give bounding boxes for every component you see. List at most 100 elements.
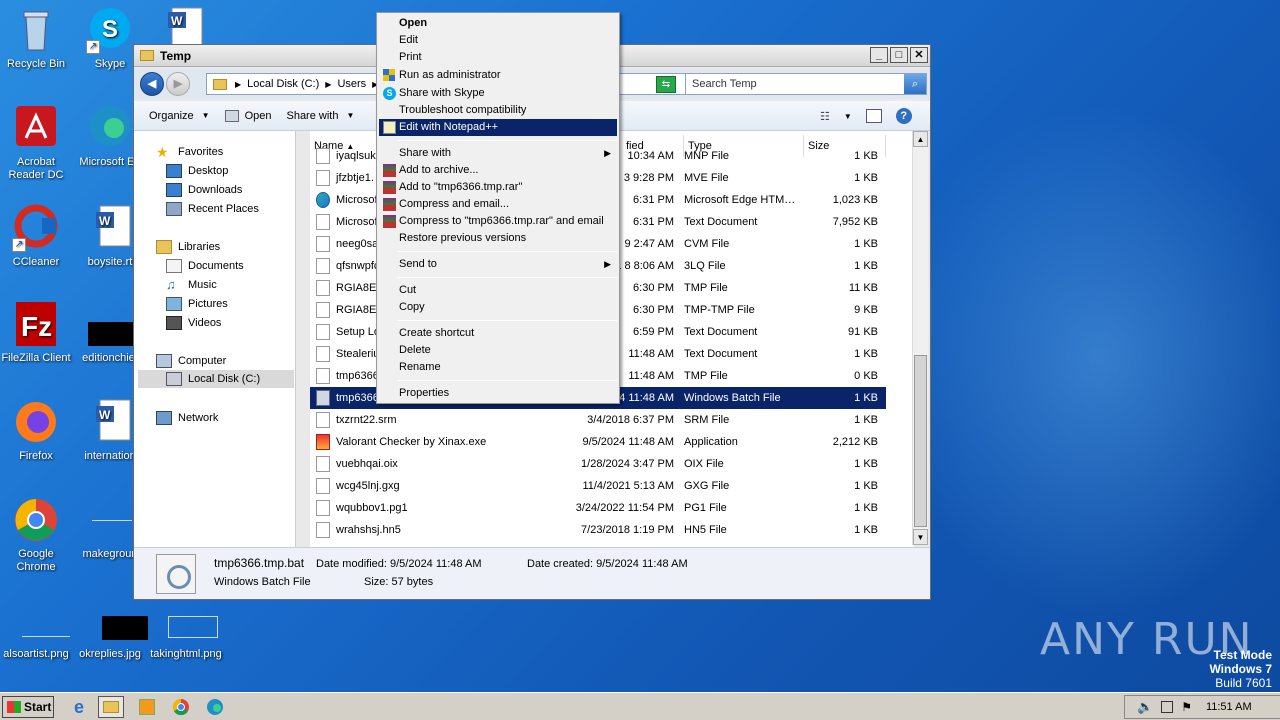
forward-button[interactable]: ▶ <box>166 72 190 96</box>
desktop-icon-alsoartist[interactable]: alsoartist.png <box>0 596 74 661</box>
clock[interactable]: 11:51 AM <box>1206 701 1252 713</box>
menu-separator <box>397 140 617 141</box>
table-row[interactable]: wrahshsj.hn5 7/23/2018 1:19 PM HN5 File 1 K… <box>310 519 886 541</box>
nav-recent-places[interactable]: Recent Places <box>166 200 326 218</box>
flag-icon[interactable]: ⚑ <box>1181 700 1192 714</box>
menu-edit[interactable]: Edit <box>379 32 617 49</box>
svg-text:W: W <box>99 408 111 422</box>
table-row[interactable]: wqubbov1.pg1 3/24/2022 11:54 PM PG1 File 1 … <box>310 497 886 519</box>
caret-down-icon[interactable]: ▼ <box>844 112 852 121</box>
taskbar-media-player-icon[interactable] <box>134 696 160 718</box>
breadcrumb-users[interactable]: Users <box>337 78 366 90</box>
desktop-icon-filezilla[interactable]: Fz FileZilla Client <box>0 300 74 365</box>
file-icon <box>316 214 330 230</box>
file-icon <box>316 456 330 472</box>
desktop-icon-chrome[interactable]: Google Chrome <box>0 496 74 574</box>
svg-text:W: W <box>99 214 111 228</box>
table-row[interactable]: vuebhqai.oix 1/28/2024 3:47 PM OIX File 1 K… <box>310 453 886 475</box>
nav-downloads[interactable]: Downloads <box>166 181 326 199</box>
nav-videos[interactable]: Videos <box>166 314 326 332</box>
taskbar-explorer-icon[interactable] <box>98 696 124 718</box>
menu-compress-email[interactable]: Compress and email... <box>379 196 617 213</box>
menu-open[interactable]: Open <box>379 15 617 32</box>
share-with-button[interactable]: Share with ▼ <box>286 110 354 122</box>
desktop-icon-takinghtml[interactable]: takinghtml.png <box>148 596 224 661</box>
desktop-icon-recycle-bin[interactable]: Recycle Bin <box>0 6 74 71</box>
menu-share-skype[interactable]: S Share with Skype <box>379 85 617 102</box>
nav-documents[interactable]: Documents <box>166 257 326 275</box>
menu-share-with[interactable]: Share with ▶ <box>379 145 617 162</box>
back-button[interactable]: ◀ <box>140 72 164 96</box>
taskbar-chrome-icon[interactable] <box>168 696 194 718</box>
nav-music[interactable]: ♫ Music <box>166 276 326 294</box>
file-type-cell: Text Document <box>684 348 758 360</box>
close-button[interactable]: ✕ <box>910 47 928 63</box>
file-type-cell: OIX File <box>684 458 724 470</box>
file-icon <box>316 522 330 538</box>
menu-compress-rar-email[interactable]: Compress to "tmp6366.tmp.rar" and email <box>379 213 617 230</box>
desktop-icon-firefox[interactable]: Firefox <box>0 398 74 463</box>
vertical-scrollbar[interactable]: ▲ ▼ <box>912 131 928 545</box>
help-icon[interactable]: ? <box>895 108 912 124</box>
minimize-button[interactable]: _ <box>870 47 888 63</box>
taskbar-ie-icon[interactable]: e <box>66 696 92 718</box>
menu-print[interactable]: Print <box>379 49 617 66</box>
image-thumbnail <box>22 636 70 637</box>
winrar-icon <box>383 215 396 228</box>
menu-run-as-admin[interactable]: Run as administrator <box>379 67 617 84</box>
desktop-icon-okreplies[interactable]: okreplies.jpg <box>72 596 148 661</box>
scroll-down-button[interactable]: ▼ <box>913 529 928 545</box>
preview-pane-icon[interactable] <box>865 109 882 123</box>
menu-delete[interactable]: Delete <box>379 342 617 359</box>
scroll-thumb[interactable] <box>914 355 927 527</box>
nav-desktop[interactable]: Desktop <box>166 162 326 180</box>
desktop-icon-acrobat[interactable]: Acrobat Reader DC <box>0 104 74 182</box>
submenu-arrow-icon: ▶ <box>604 148 611 158</box>
menu-restore-versions[interactable]: Restore previous versions <box>379 230 617 247</box>
view-options-icon[interactable]: ☷ <box>820 110 830 123</box>
details-filename: tmp6366.tmp.bat <box>214 556 305 570</box>
search-input[interactable]: Search Temp ⌕ <box>685 73 927 95</box>
volume-icon[interactable]: 🔈 <box>1137 699 1153 715</box>
menu-add-archive[interactable]: Add to archive... <box>379 162 617 179</box>
organize-button[interactable]: Organize ▼ <box>149 110 210 122</box>
nav-computer[interactable]: Computer <box>156 352 316 370</box>
menu-properties[interactable]: Properties <box>379 385 617 402</box>
refresh-button[interactable]: ⇆ <box>656 76 676 93</box>
search-icon[interactable]: ⌕ <box>904 74 926 94</box>
table-row[interactable]: Valorant Checker by Xinax.exe 9/5/2024 11… <box>310 431 886 453</box>
breadcrumb-local-disk[interactable]: Local Disk (C:) <box>247 78 319 90</box>
table-row[interactable]: txzrnt22.srm 3/4/2018 6:37 PM SRM File 1 KB <box>310 409 886 431</box>
table-row[interactable]: wcg45lnj.gxg 11/4/2021 5:13 AM GXG File 1 K… <box>310 475 886 497</box>
scroll-up-button[interactable]: ▲ <box>913 131 928 147</box>
file-icon <box>316 324 330 340</box>
windows-logo-icon <box>7 701 21 713</box>
start-button[interactable]: Start <box>2 696 54 718</box>
computer-icon <box>156 354 172 368</box>
nav-network[interactable]: Network <box>156 409 316 427</box>
menu-cut[interactable]: Cut <box>379 282 617 299</box>
menu-troubleshoot[interactable]: Troubleshoot compatibility <box>379 102 617 119</box>
maximize-button[interactable]: □ <box>890 47 908 63</box>
menu-rename[interactable]: Rename <box>379 359 617 376</box>
libraries-icon <box>156 240 172 254</box>
file-type-cell: MVE File <box>684 172 729 184</box>
nav-local-disk[interactable]: Local Disk (C:) <box>138 370 294 388</box>
nav-pictures[interactable]: Pictures <box>166 295 326 313</box>
menu-copy[interactable]: Copy <box>379 299 617 316</box>
taskbar-edge-icon[interactable] <box>202 696 228 718</box>
nav-favorites[interactable]: ★ Favorites <box>156 143 316 161</box>
open-button[interactable]: Open <box>224 109 271 122</box>
nav-libraries[interactable]: Libraries <box>156 238 316 256</box>
menu-send-to[interactable]: Send to ▶ <box>379 256 617 273</box>
file-name-cell: wqubbov1.pg1 <box>310 500 564 516</box>
network-icon[interactable] <box>1161 701 1174 713</box>
menu-add-rar[interactable]: Add to "tmp6366.tmp.rar" <box>379 179 617 196</box>
menu-create-shortcut[interactable]: Create shortcut <box>379 325 617 342</box>
menu-edit-notepadpp[interactable]: Edit with Notepad++ <box>379 119 617 136</box>
file-size-cell: 7,952 KB <box>832 216 878 228</box>
desktop-icon-ccleaner[interactable]: ↗ CCleaner <box>0 204 74 269</box>
file-type-cell: Windows Batch File <box>684 392 781 404</box>
winrar-icon <box>383 181 396 194</box>
pictures-icon <box>166 297 182 311</box>
